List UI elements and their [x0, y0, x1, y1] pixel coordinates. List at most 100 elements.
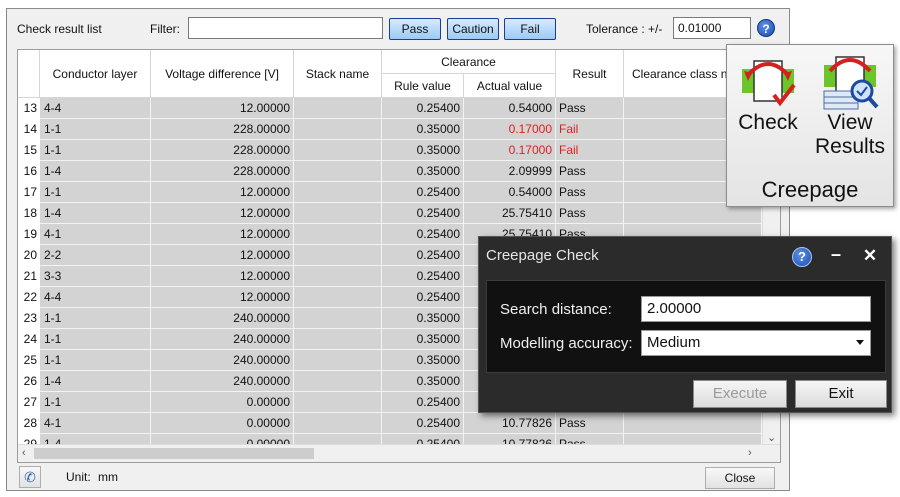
pass-filter-button[interactable]: Pass	[389, 18, 441, 40]
close-button[interactable]: Close	[705, 467, 775, 489]
cell-conductor-layer: 4-4	[40, 287, 151, 308]
cell-rule-value: 0.35000	[382, 140, 464, 161]
cell-voltage-difference: 12.00000	[151, 245, 294, 266]
filter-input[interactable]	[188, 17, 383, 39]
cell-conductor-layer: 1-1	[40, 329, 151, 350]
cell-stack-name	[294, 329, 382, 350]
row-number: 16	[18, 161, 40, 182]
cell-stack-name	[294, 371, 382, 392]
header-result[interactable]: Result	[556, 50, 624, 98]
row-number: 23	[18, 308, 40, 329]
header-voltage-difference[interactable]: Voltage difference [V]	[151, 50, 294, 98]
cell-actual-value: 0.17000	[464, 119, 556, 140]
scroll-down-icon[interactable]: ⌄	[767, 431, 776, 444]
header-stack-name[interactable]: Stack name	[294, 50, 382, 98]
cell-actual-value: 0.54000	[464, 98, 556, 119]
cell-voltage-difference: 12.00000	[151, 203, 294, 224]
table-row[interactable]: 14 1-1 228.00000 0.35000 0.17000 Fail	[18, 119, 762, 140]
minimize-icon[interactable]: –	[828, 244, 844, 264]
table-row[interactable]: 16 1-4 228.00000 0.35000 2.09999 Pass	[18, 161, 762, 182]
cell-stack-name	[294, 266, 382, 287]
cell-voltage-difference: 228.00000	[151, 161, 294, 182]
tolerance-label: Tolerance : +/-	[586, 22, 663, 36]
view-results-icon	[823, 56, 879, 110]
cell-rule-value: 0.25400	[382, 224, 464, 245]
row-number: 20	[18, 245, 40, 266]
cell-actual-value: 25.75410	[464, 203, 556, 224]
cell-conductor-layer: 4-1	[40, 413, 151, 434]
cell-conductor-layer: 1-1	[40, 350, 151, 371]
dialog-panel: Search distance: 2.00000 Modelling accur…	[486, 280, 886, 373]
table-row[interactable]: 17 1-1 12.00000 0.25400 0.54000 Pass	[18, 182, 762, 203]
cell-result: Pass	[556, 182, 624, 203]
caution-filter-button[interactable]: Caution	[447, 18, 499, 40]
row-number: 28	[18, 413, 40, 434]
cell-clearance-class	[624, 413, 762, 434]
row-number: 24	[18, 329, 40, 350]
cell-voltage-difference: 12.00000	[151, 287, 294, 308]
fail-filter-button[interactable]: Fail	[504, 18, 556, 40]
cell-voltage-difference: 12.00000	[151, 182, 294, 203]
row-number-header	[18, 50, 40, 98]
cell-conductor-layer: 1-1	[40, 392, 151, 413]
exit-button[interactable]: Exit	[795, 380, 887, 408]
cell-voltage-difference: 228.00000	[151, 140, 294, 161]
scroll-right-icon[interactable]: ›	[748, 447, 752, 459]
help-icon[interactable]: ?	[757, 19, 775, 37]
view-results-button[interactable]: View Results	[809, 51, 891, 159]
check-icon	[742, 60, 796, 107]
unit-value: mm	[98, 470, 118, 484]
close-icon[interactable]: ✕	[861, 246, 879, 266]
view-label: View	[827, 111, 873, 134]
execute-button[interactable]: Execute	[693, 380, 787, 408]
row-number: 27	[18, 392, 40, 413]
dropdown-caret-icon	[856, 340, 864, 345]
cell-result: Pass	[556, 98, 624, 119]
table-row[interactable]: 28 4-1 0.00000 0.25400 10.77826 Pass	[18, 413, 762, 434]
cell-conductor-layer: 4-1	[40, 224, 151, 245]
dialog-help-icon[interactable]: ?	[792, 247, 812, 267]
header-clearance: Clearance	[382, 50, 556, 74]
header-conductor-layer[interactable]: Conductor layer	[40, 50, 151, 98]
search-distance-label: Search distance:	[500, 301, 612, 318]
cell-voltage-difference: 228.00000	[151, 119, 294, 140]
check-label: Check	[738, 111, 798, 134]
cell-voltage-difference: 12.00000	[151, 266, 294, 287]
cell-rule-value: 0.35000	[382, 329, 464, 350]
cell-stack-name	[294, 413, 382, 434]
cell-stack-name	[294, 287, 382, 308]
cell-stack-name	[294, 224, 382, 245]
search-distance-input[interactable]: 2.00000	[641, 296, 871, 322]
modelling-accuracy-select[interactable]: Medium	[641, 330, 871, 356]
horizontal-scroll-thumb[interactable]	[34, 448, 314, 459]
cell-conductor-layer: 1-1	[40, 182, 151, 203]
tolerance-input[interactable]: 0.01000	[673, 17, 751, 39]
table-row[interactable]: 18 1-4 12.00000 0.25400 25.75410 Pass	[18, 203, 762, 224]
cell-result: Fail	[556, 140, 624, 161]
table-row[interactable]: 15 1-1 228.00000 0.35000 0.17000 Fail	[18, 140, 762, 161]
cell-voltage-difference: 240.00000	[151, 371, 294, 392]
phone-icon[interactable]: ✆	[19, 466, 41, 488]
cell-rule-value: 0.25400	[382, 182, 464, 203]
cell-rule-value: 0.25400	[382, 266, 464, 287]
cell-rule-value: 0.35000	[382, 350, 464, 371]
scroll-left-icon[interactable]: ‹	[22, 447, 26, 459]
check-button[interactable]: Check	[733, 51, 803, 135]
cell-conductor-layer: 1-1	[40, 308, 151, 329]
row-number: 25	[18, 350, 40, 371]
modelling-accuracy-value: Medium	[647, 334, 701, 351]
row-number: 21	[18, 266, 40, 287]
header-actual-value[interactable]: Actual value	[464, 74, 556, 98]
header-rule-value[interactable]: Rule value	[382, 74, 464, 98]
cell-voltage-difference: 12.00000	[151, 224, 294, 245]
cell-result: Pass	[556, 413, 624, 434]
row-number: 18	[18, 203, 40, 224]
row-number: 17	[18, 182, 40, 203]
cell-rule-value: 0.35000	[382, 308, 464, 329]
cell-voltage-difference: 0.00000	[151, 392, 294, 413]
table-row[interactable]: 13 4-4 12.00000 0.25400 0.54000 Pass	[18, 98, 762, 119]
cell-rule-value: 0.35000	[382, 161, 464, 182]
creepage-check-dialog: Creepage Check ? – ✕ Search distance: 2.…	[478, 236, 892, 413]
horizontal-scrollbar[interactable]: ‹ ›	[18, 444, 780, 462]
creepage-ribbon-group: Check View Results Creepage	[726, 44, 894, 207]
